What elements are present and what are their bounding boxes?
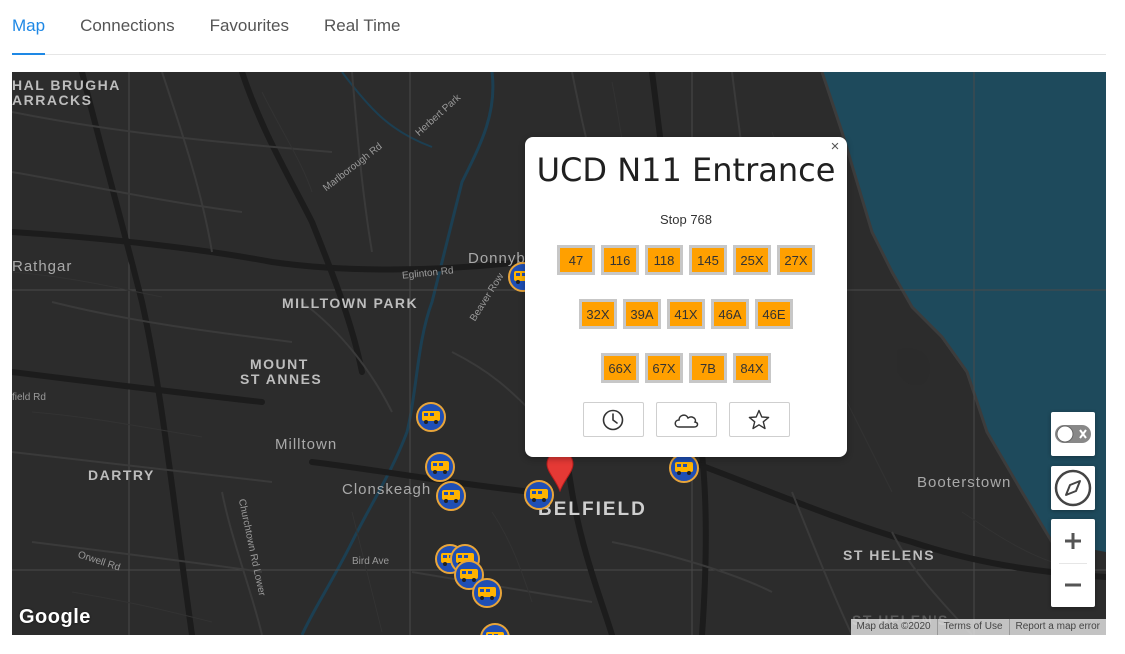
minus-icon	[1065, 583, 1081, 587]
map-label-st-helens: ST HELENS	[843, 547, 936, 563]
route-button[interactable]: 47	[557, 245, 595, 275]
popup-title: UCD N11 Entrance	[536, 151, 836, 189]
tab-real-time[interactable]: Real Time	[324, 16, 401, 54]
bus-stop-marker[interactable]	[425, 452, 455, 482]
google-logo: Google	[19, 606, 91, 628]
tab-map[interactable]: Map	[12, 16, 46, 55]
terms-of-use-link[interactable]: Terms of Use	[936, 619, 1009, 635]
route-button[interactable]: 7B	[689, 353, 727, 383]
report-map-error-link[interactable]: Report a map error	[1008, 619, 1106, 635]
cloud-icon	[674, 413, 699, 428]
route-button[interactable]: 145	[689, 245, 727, 275]
route-button[interactable]: 84X	[733, 353, 771, 383]
map-label-booterstown: Booterstown	[917, 474, 1012, 491]
route-row-1: 47 116 118 145 25X 27X	[525, 245, 847, 275]
bus-stop-marker[interactable]	[472, 578, 502, 608]
map-label-rathgar: Rathgar	[12, 258, 73, 275]
route-button[interactable]: 32X	[579, 299, 617, 329]
route-button[interactable]: 67X	[645, 353, 683, 383]
route-button[interactable]: 116	[601, 245, 639, 275]
tab-favourites[interactable]: Favourites	[210, 16, 289, 54]
bus-stop-marker[interactable]	[436, 481, 466, 511]
map-data-credit: Map data ©2020	[856, 621, 931, 632]
toggle-icon	[1055, 425, 1091, 443]
zoom-control	[1051, 519, 1095, 607]
tab-bar: Map Connections Favourites Real Time	[12, 0, 1106, 55]
map-canvas[interactable]: HAL BRUGHA ARRACKS Rathgar MILLTOWN PARK…	[12, 72, 1106, 635]
bus-icon	[431, 461, 449, 474]
map-label-clonskeagh: Clonskeagh	[342, 481, 432, 498]
map-label-field-rd: field Rd	[12, 392, 46, 403]
map-label-milltown-park: MILLTOWN PARK	[282, 295, 419, 311]
bus-icon	[478, 587, 496, 600]
map-attribution: Map data ©2020 Terms of Use Report a map…	[850, 619, 1106, 635]
map-label-dartry: DARTRY	[88, 467, 155, 483]
toggle-button[interactable]	[1051, 412, 1095, 456]
compass-button[interactable]	[1051, 466, 1095, 510]
route-button[interactable]: 27X	[777, 245, 815, 275]
route-button[interactable]: 118	[645, 245, 683, 275]
map-label-milltown: Milltown	[275, 436, 338, 453]
weather-button[interactable]	[655, 402, 717, 437]
route-row-2: 32X 39A 41X 46A 46E	[525, 299, 847, 329]
map-label-st-annes: ST ANNES	[240, 371, 323, 387]
compass-icon	[1054, 469, 1092, 507]
bus-stop-marker[interactable]	[669, 453, 699, 483]
bus-icon	[460, 569, 478, 582]
map-label-hal-brugha: HAL BRUGHA	[12, 77, 121, 93]
bus-icon	[675, 462, 693, 475]
real-time-button[interactable]	[582, 402, 644, 437]
popup-actions	[525, 402, 847, 437]
clock-icon	[602, 409, 624, 430]
tab-connections[interactable]: Connections	[80, 16, 175, 54]
map-label-mount: MOUNT	[250, 356, 309, 372]
route-button[interactable]: 39A	[623, 299, 661, 329]
zoom-out-button[interactable]	[1051, 563, 1095, 607]
zoom-in-button[interactable]	[1051, 519, 1095, 563]
bus-icon	[486, 632, 504, 635]
map-label-belfield: BELFIELD	[538, 499, 647, 520]
favourite-button[interactable]	[728, 402, 790, 437]
bus-icon	[422, 411, 440, 424]
route-button[interactable]: 66X	[601, 353, 639, 383]
bus-stop-marker[interactable]	[416, 402, 446, 432]
route-row-3: 66X 67X 7B 84X	[525, 353, 847, 383]
route-button[interactable]: 46A	[711, 299, 749, 329]
bus-icon	[442, 490, 460, 503]
map-label-barracks: ARRACKS	[12, 92, 93, 108]
route-button[interactable]: 41X	[667, 299, 705, 329]
route-button[interactable]: 46E	[755, 299, 793, 329]
stop-info-popup: × UCD N11 Entrance Stop 768 47 116 118 1…	[525, 137, 847, 457]
map-label-bird-ave: Bird Ave	[352, 556, 390, 567]
stop-number: Stop 768	[659, 212, 713, 227]
plus-icon	[1065, 533, 1081, 549]
route-button[interactable]: 25X	[733, 245, 771, 275]
star-icon	[748, 409, 770, 429]
